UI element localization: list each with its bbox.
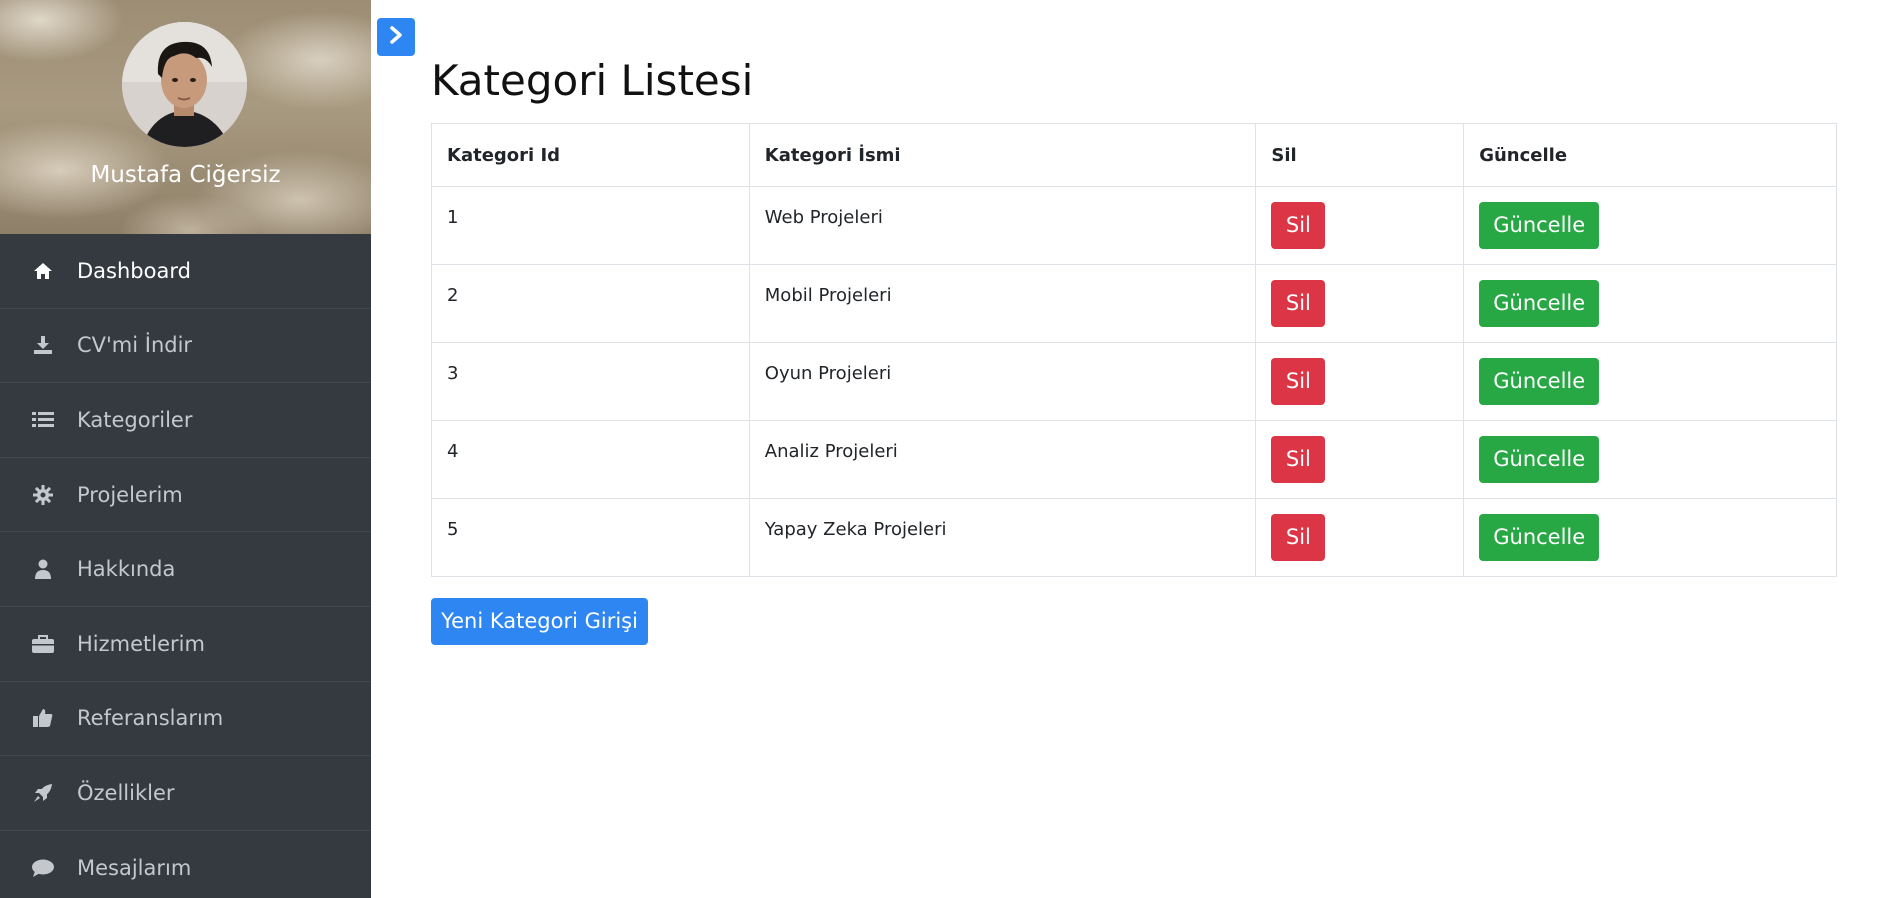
home-icon bbox=[32, 260, 54, 282]
update-button[interactable]: Güncelle bbox=[1479, 514, 1600, 561]
sidebar: Mustafa Ciğersiz Dashboard CV'mi İndir K… bbox=[0, 0, 371, 898]
rocket-icon bbox=[32, 782, 54, 804]
sidebar-item-label: Referanslarım bbox=[77, 706, 224, 731]
table-row: 2 Mobil Projeleri Sil Güncelle bbox=[431, 264, 1837, 343]
sidebar-item-hizmetlerim[interactable]: Hizmetlerim bbox=[0, 607, 371, 682]
sidebar-item-dashboard[interactable]: Dashboard bbox=[0, 234, 371, 309]
profile-name: Mustafa Ciğersiz bbox=[90, 162, 281, 188]
sidebar-item-label: Dashboard bbox=[77, 258, 191, 283]
sidebar-item-label: Mesajlarım bbox=[77, 855, 192, 880]
sidebar-item-kategoriler[interactable]: Kategoriler bbox=[0, 383, 371, 458]
column-header-update: Güncelle bbox=[1463, 123, 1837, 187]
sidebar-item-ozellikler[interactable]: Özellikler bbox=[0, 756, 371, 831]
category-name: Mobil Projeleri bbox=[748, 264, 1257, 343]
list-icon bbox=[32, 409, 54, 431]
briefcase-icon bbox=[32, 633, 54, 655]
table-row: 4 Analiz Projeleri Sil Güncelle bbox=[431, 420, 1837, 499]
gear-icon bbox=[32, 484, 54, 506]
table-row: 3 Oyun Projeleri Sil Güncelle bbox=[431, 342, 1837, 421]
sidebar-item-hakkinda[interactable]: Hakkında bbox=[0, 532, 371, 607]
category-name: Web Projeleri bbox=[748, 186, 1257, 265]
table-row: 5 Yapay Zeka Projeleri Sil Güncelle bbox=[431, 498, 1837, 577]
sidebar-item-label: Hizmetlerim bbox=[77, 631, 205, 656]
thumbs-up-icon bbox=[32, 707, 54, 729]
category-name: Analiz Projeleri bbox=[748, 420, 1257, 499]
comment-icon bbox=[32, 857, 54, 879]
avatar bbox=[122, 22, 247, 147]
column-header-id: Kategori Id bbox=[431, 123, 750, 187]
category-id: 1 bbox=[431, 186, 750, 265]
table-header-row: Kategori Id Kategori İsmi Sil Güncelle bbox=[431, 123, 1837, 187]
sidebar-item-mesajlarim[interactable]: Mesajlarım bbox=[0, 831, 371, 898]
update-button[interactable]: Güncelle bbox=[1479, 436, 1600, 483]
sidebar-item-label: CV'mi İndir bbox=[77, 333, 193, 358]
category-name: Yapay Zeka Projeleri bbox=[748, 498, 1257, 577]
category-name: Oyun Projeleri bbox=[748, 342, 1257, 421]
sidebar-nav: Dashboard CV'mi İndir Kategoriler Projel… bbox=[0, 234, 371, 898]
column-header-delete: Sil bbox=[1255, 123, 1465, 187]
sidebar-toggle-button[interactable] bbox=[377, 18, 415, 56]
delete-button[interactable]: Sil bbox=[1271, 280, 1326, 327]
category-id: 4 bbox=[431, 420, 750, 499]
category-id: 2 bbox=[431, 264, 750, 343]
page-title: Kategori Listesi bbox=[431, 56, 754, 105]
sidebar-item-referanslarim[interactable]: Referanslarım bbox=[0, 682, 371, 757]
update-button[interactable]: Güncelle bbox=[1479, 280, 1600, 327]
new-category-button[interactable]: Yeni Kategori Girişi bbox=[431, 598, 648, 645]
delete-button[interactable]: Sil bbox=[1271, 202, 1326, 249]
category-id: 5 bbox=[431, 498, 750, 577]
category-id: 3 bbox=[431, 342, 750, 421]
update-button[interactable]: Güncelle bbox=[1479, 202, 1600, 249]
category-table: Kategori Id Kategori İsmi Sil Güncelle 1… bbox=[431, 123, 1837, 577]
sidebar-item-label: Özellikler bbox=[77, 780, 175, 805]
delete-button[interactable]: Sil bbox=[1271, 436, 1326, 483]
profile-header: Mustafa Ciğersiz bbox=[0, 0, 371, 234]
column-header-name: Kategori İsmi bbox=[748, 123, 1257, 187]
chevron-right-icon bbox=[389, 26, 403, 48]
delete-button[interactable]: Sil bbox=[1271, 514, 1326, 561]
download-icon bbox=[32, 334, 54, 356]
sidebar-item-cv-download[interactable]: CV'mi İndir bbox=[0, 309, 371, 384]
table-row: 1 Web Projeleri Sil Güncelle bbox=[431, 186, 1837, 265]
user-icon bbox=[32, 558, 54, 580]
sidebar-item-label: Hakkında bbox=[77, 557, 176, 582]
update-button[interactable]: Güncelle bbox=[1479, 358, 1600, 405]
sidebar-item-projelerim[interactable]: Projelerim bbox=[0, 458, 371, 533]
sidebar-item-label: Kategoriler bbox=[77, 407, 193, 432]
delete-button[interactable]: Sil bbox=[1271, 358, 1326, 405]
sidebar-item-label: Projelerim bbox=[77, 482, 183, 507]
